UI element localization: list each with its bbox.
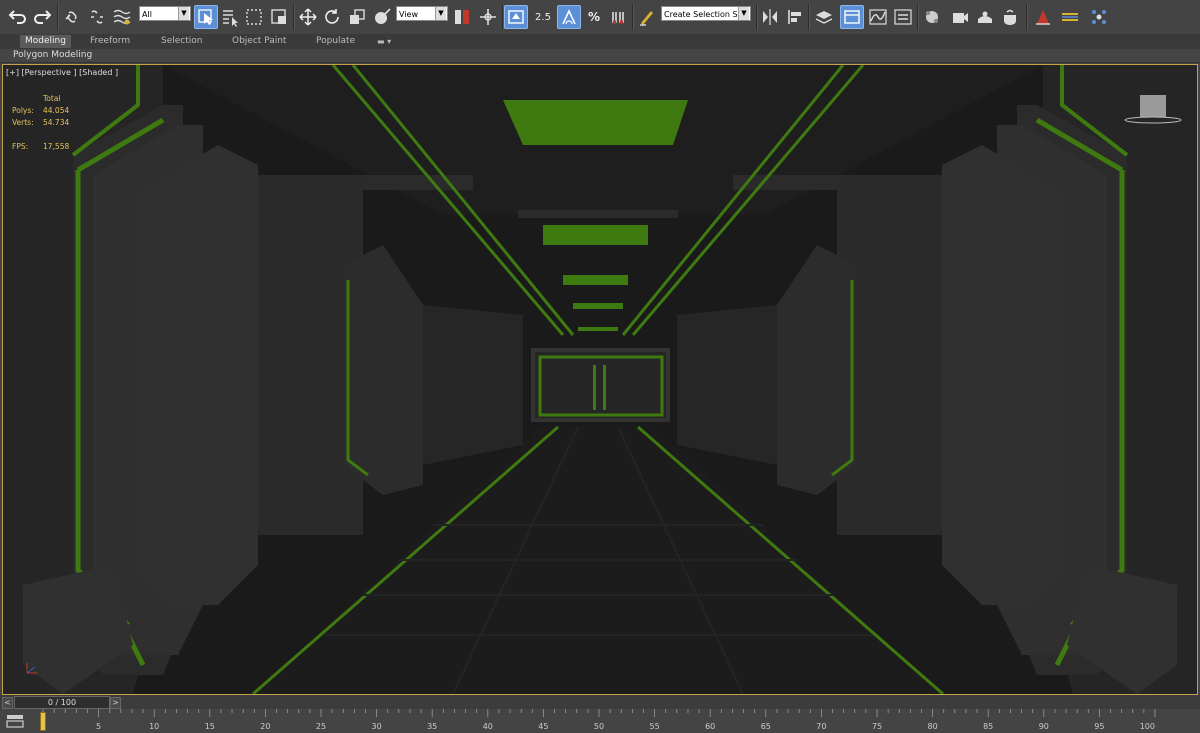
toggle-ribbon-icon[interactable] [1058, 5, 1082, 29]
named-selection-dropdown[interactable]: Create Selection Se ▼ [661, 6, 751, 21]
render-setup-icon[interactable] [948, 5, 972, 29]
timeline-tick-label: 45 [538, 722, 548, 731]
panel-bar: Polygon Modeling [0, 49, 1200, 63]
ribbon: Modeling Freeform Selection Object Paint… [0, 34, 1200, 49]
snap-icon[interactable]: 2.5 [532, 5, 554, 29]
track-bar[interactable]: 5 10 15 20 25 30 35 40 45 50 55 60 65 70 75 80 85 90 95 100 [0, 709, 1200, 733]
arnold-icon[interactable] [1031, 5, 1055, 29]
timeline-tick-label: 100 [1140, 722, 1155, 731]
stats-header: Total [43, 94, 61, 103]
timeline-tick-label: 5 [96, 722, 101, 731]
timeline-tick-label: 20 [260, 722, 270, 731]
spinner-snap-icon[interactable] [606, 5, 630, 29]
timeline-tick-label: 95 [1094, 722, 1104, 731]
timeline-tick-label: 60 [705, 722, 715, 731]
select-object-icon[interactable] [194, 5, 218, 29]
layer-explorer-icon[interactable] [812, 5, 836, 29]
percent-snap-icon[interactable]: % [582, 5, 606, 29]
track-bar-icon[interactable] [6, 713, 24, 729]
undo-icon[interactable] [6, 5, 30, 29]
stats-verts: Verts: 54.734 [12, 118, 70, 127]
viewport-label[interactable]: [+] [Perspective ] [Shaded ] [6, 68, 118, 77]
select-by-name-icon[interactable] [218, 5, 242, 29]
timeline-tick-label: 10 [149, 722, 159, 731]
keyboard-shortcut-icon[interactable] [450, 5, 474, 29]
select-move-icon[interactable] [296, 5, 320, 29]
corridor-render [3, 65, 1197, 694]
render-icon[interactable] [998, 5, 1022, 29]
next-frame-button[interactable]: > [110, 697, 121, 709]
tab-object-paint[interactable]: Object Paint [227, 35, 291, 48]
timeline-tick-label: 70 [816, 722, 826, 731]
keyboard-override-icon[interactable] [504, 5, 528, 29]
rendered-frame-icon[interactable] [973, 5, 997, 29]
timeline-tick-label: 75 [872, 722, 882, 731]
timeline-tick-label: 85 [983, 722, 993, 731]
time-slider-bar: < 0 / 100 > [0, 695, 1200, 709]
toolbar-separator [57, 4, 59, 30]
timeline-tick-label: 30 [372, 722, 382, 731]
timeline-tick-label: 25 [316, 722, 326, 731]
toolbar-separator [293, 4, 295, 30]
viewport-layout-icon[interactable] [1087, 5, 1111, 29]
tab-populate[interactable]: Populate [311, 35, 360, 48]
window-crossing-icon[interactable] [267, 5, 291, 29]
angle-snap-icon[interactable] [557, 5, 581, 29]
select-scale-icon[interactable] [345, 5, 369, 29]
timeline-tick-label: 90 [1039, 722, 1049, 731]
toolbar-separator [808, 4, 810, 30]
bind-spacewarp-icon[interactable] [110, 5, 134, 29]
stats-overlay: Total Polys: 44.054 Verts: 54.734 FPS: 17,5… [12, 93, 70, 153]
prev-frame-button[interactable]: < [2, 697, 13, 709]
curve-editor-icon[interactable] [866, 5, 890, 29]
timeline-tick-label: 35 [427, 722, 437, 731]
unlink-icon[interactable] [85, 5, 109, 29]
chevron-down-icon: ▼ [178, 7, 189, 20]
align-icon[interactable] [783, 5, 807, 29]
perspective-viewport[interactable]: [+] [Perspective ] [Shaded ] Total Polys… [2, 64, 1198, 695]
timeline-tick-label: 50 [594, 722, 604, 731]
tab-selection[interactable]: Selection [156, 35, 207, 48]
reference-coordinate-dropdown[interactable]: View ▼ [396, 6, 448, 21]
select-rotate-icon[interactable] [320, 5, 344, 29]
timeline-tick-label: 65 [761, 722, 771, 731]
panel-label: Polygon Modeling [13, 50, 93, 60]
toolbar-separator [1026, 4, 1028, 30]
chevron-down-icon: ▼ [738, 7, 749, 20]
timeline-tick-label: 40 [483, 722, 493, 731]
viewcube[interactable] [1125, 90, 1181, 126]
rect-region-icon[interactable] [242, 5, 266, 29]
manipulate-icon[interactable] [476, 5, 500, 29]
tab-freeform[interactable]: Freeform [85, 35, 135, 48]
redo-icon[interactable] [30, 5, 54, 29]
time-slider[interactable]: 0 / 100 [14, 696, 110, 709]
selection-filter-dropdown[interactable]: All ▼ [139, 6, 191, 21]
edit-named-selection-icon[interactable] [635, 5, 659, 29]
schematic-icon[interactable] [891, 5, 915, 29]
tab-modeling[interactable]: Modeling [20, 35, 71, 48]
main-toolbar: All ▼ View ▼ 2.5 % Create Selection Se ▼ [0, 0, 1200, 35]
chevron-down-icon: ▼ [435, 7, 446, 20]
timeline-tick-label: 80 [928, 722, 938, 731]
material-editor-icon[interactable] [920, 5, 944, 29]
toolbar-separator [632, 4, 634, 30]
toolbar-separator [917, 4, 919, 30]
timeline-tick-label: 15 [205, 722, 215, 731]
mirror-icon[interactable] [758, 5, 782, 29]
stats-polys: Polys: 44.054 [12, 106, 70, 115]
timeline-tick-label: 55 [650, 722, 660, 731]
time-scrubber[interactable] [40, 712, 46, 731]
link-icon[interactable] [60, 5, 84, 29]
stats-fps: FPS: 17,558 [12, 142, 70, 151]
scene-explorer-icon[interactable] [840, 5, 864, 29]
pivot-icon[interactable] [370, 5, 394, 29]
timeline-ticks: 5 10 15 20 25 30 35 40 45 50 55 60 65 70 75 80 85 90 95 100 [42, 709, 1156, 731]
ribbon-options-icon[interactable]: ▬ ▾ [372, 35, 396, 48]
